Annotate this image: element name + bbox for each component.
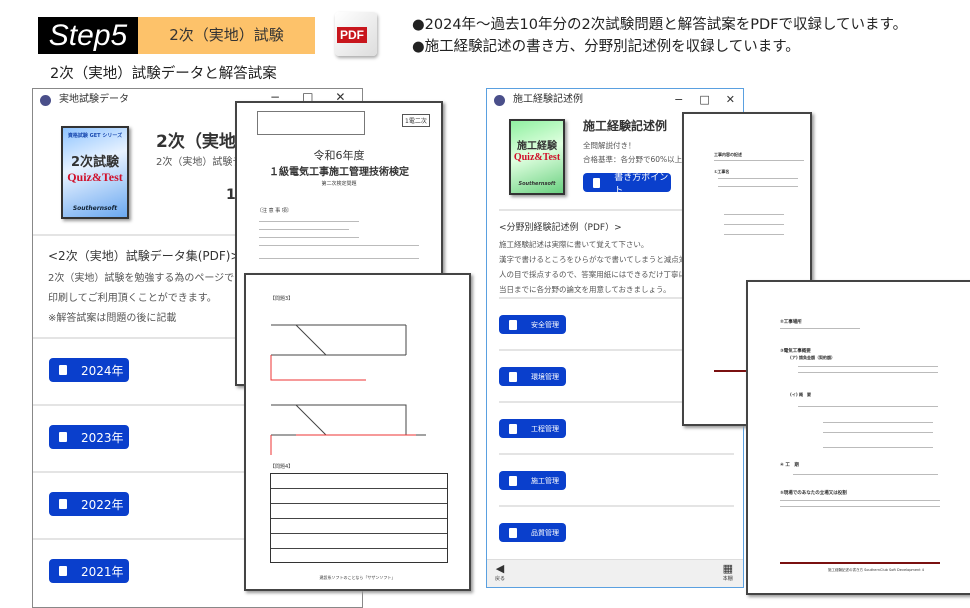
product-info: 全問解説付き！ 合格基準：各分野で60%以上	[583, 141, 683, 164]
pdf-exam-answer-page: 【問題3】 【問題4】 建設系ソフトのことなら「サザンソフト」	[244, 273, 471, 591]
arrow-left-icon: ◀	[495, 562, 505, 575]
category-quality-button[interactable]: 品質管理	[499, 523, 566, 542]
title-bar: 施工経験記述例 − □ ✕	[487, 89, 743, 111]
book-icon	[593, 177, 601, 188]
feature-bullet: ●2024年～過去10年分の2次試験問題と解答試案をPDFで収録しています。	[412, 17, 908, 33]
book-icon	[509, 423, 517, 434]
app-icon	[40, 95, 51, 106]
book-icon	[59, 499, 67, 509]
book-icon	[509, 319, 517, 330]
grid-icon: ▦	[722, 562, 733, 575]
step-label: 2次（実地）試験	[138, 17, 315, 54]
section-description: 2次（実地）試験を勉強する為のページです。 印刷してご利用頂くことができます。 ※解…	[48, 273, 254, 324]
network-diagram	[270, 324, 426, 455]
section-title: <2次（実地）試験データ集(PDF)>	[48, 249, 241, 263]
pdf-icon: PDF	[335, 12, 377, 56]
year-2022-button[interactable]: 2022年	[49, 492, 129, 516]
year-2024-button[interactable]: 2024年	[49, 358, 129, 382]
section-subtitle: 2次（実地）試験データと解答試案	[50, 66, 277, 82]
year-2023-button[interactable]: 2023年	[49, 425, 129, 449]
window-title: 実地試験データ	[59, 94, 129, 105]
book-icon	[59, 566, 67, 576]
book-icon	[509, 527, 517, 538]
book-cover: 施工経験 Quiz&Test Southernsoft	[509, 119, 565, 195]
product-heading: 施工経験記述例	[583, 119, 668, 133]
section-description: 施工経験記述は実際に書いて覚えて下さい。 漢字で書けるところをひらがなで書いてしま…	[499, 240, 702, 294]
window-title: 施工経験記述例	[513, 94, 583, 105]
category-schedule-button[interactable]: 工程管理	[499, 419, 566, 438]
bookshelf-button[interactable]: ▦ 本棚	[723, 562, 733, 582]
writing-points-button[interactable]: 書き方ポイント	[583, 173, 671, 196]
book-icon	[509, 371, 517, 382]
step-badge: Step5	[38, 17, 138, 54]
book-icon	[59, 432, 67, 442]
category-safety-button[interactable]: 安全管理	[499, 315, 566, 334]
back-button[interactable]: ◀ 戻る	[495, 562, 505, 582]
minimize-button[interactable]: −	[674, 89, 683, 111]
book-icon	[59, 365, 67, 375]
app-icon	[494, 95, 505, 106]
book-icon	[509, 475, 517, 486]
maximize-button[interactable]: □	[699, 89, 709, 111]
category-construction-button[interactable]: 施工管理	[499, 471, 566, 490]
section-title: <分野別経験記述例（PDF）>	[499, 223, 622, 233]
category-environment-button[interactable]: 環境管理	[499, 367, 566, 386]
bottom-bar: ◀ 戻る ▦ 本棚	[487, 559, 743, 587]
year-2021-button[interactable]: 2021年	[49, 559, 129, 583]
close-button[interactable]: ✕	[726, 89, 735, 111]
book-cover: 資格試験 GET シリーズ 2次試験 Quiz&Test Southernsof…	[61, 126, 129, 219]
pdf-guide-page-2: ②工事場所 ③電気工事概要 (ア) 請負金額（契約額） (イ) 概 要 ④ 工 …	[746, 280, 970, 595]
feature-bullet: ●施工経験記述の書き方、分野別記述例を収録しています。	[412, 39, 800, 55]
